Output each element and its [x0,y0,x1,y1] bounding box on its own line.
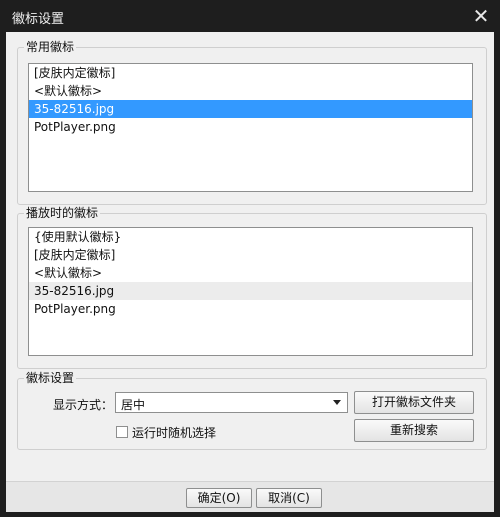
playback-logos-group: 播放时的徽标 {使用默认徽标} [皮肤内定徽标] <默认徽标> 35-82516.jp… [17,206,487,369]
refresh-search-button[interactable]: 重新搜索 [354,419,474,442]
logo-settings-legend: 徽标设置 [24,371,77,385]
chevron-down-icon [333,400,341,405]
common-logos-legend: 常用徽标 [24,40,77,54]
display-mode-value: 居中 [121,398,146,412]
playback-logos-list[interactable]: {使用默认徽标} [皮肤内定徽标] <默认徽标> 35-82516.jpg PotPla… [28,227,473,356]
close-icon[interactable]: ✕ [468,4,494,28]
cancel-button[interactable]: 取消(C) [256,488,322,508]
list-item[interactable]: PotPlayer.png [29,300,472,318]
random-select-checkbox[interactable] [116,426,128,438]
random-select-label[interactable]: 运行时随机选择 [132,424,216,441]
window-title: 徽标设置 [12,12,65,27]
ok-button[interactable]: 确定(O) [186,488,252,508]
playback-logos-legend: 播放时的徽标 [24,206,101,220]
dialog-window: 徽标设置 ✕ 常用徽标 [皮肤内定徽标] <默认徽标> 35-82516.jpg Po… [0,0,500,517]
dialog-footer: 确定(O) 取消(C) [6,481,494,512]
common-logos-group: 常用徽标 [皮肤内定徽标] <默认徽标> 35-82516.jpg PotPlayer… [17,40,487,205]
list-item[interactable]: 35-82516.jpg [29,100,472,118]
display-mode-label: 显示方式： [53,398,114,412]
list-item[interactable]: <默认徽标> [29,264,472,282]
list-item[interactable]: PotPlayer.png [29,118,472,136]
logo-settings-group: 徽标设置 显示方式： 居中 打开徽标文件夹 运行时随机选择 重新搜索 [17,371,487,450]
common-logos-list[interactable]: [皮肤内定徽标] <默认徽标> 35-82516.jpg PotPlayer.png [28,63,473,192]
open-logo-folder-button[interactable]: 打开徽标文件夹 [354,391,474,414]
list-item[interactable]: [皮肤内定徽标] [29,246,472,264]
list-item[interactable]: <默认徽标> [29,82,472,100]
display-mode-select[interactable]: 居中 [115,392,348,413]
dialog-content: 常用徽标 [皮肤内定徽标] <默认徽标> 35-82516.jpg PotPlayer… [6,32,494,512]
list-item[interactable]: [皮肤内定徽标] [29,64,472,82]
title-bar: 徽标设置 ✕ [0,0,500,32]
list-item[interactable]: {使用默认徽标} [29,228,472,246]
list-item[interactable]: 35-82516.jpg [29,282,472,300]
